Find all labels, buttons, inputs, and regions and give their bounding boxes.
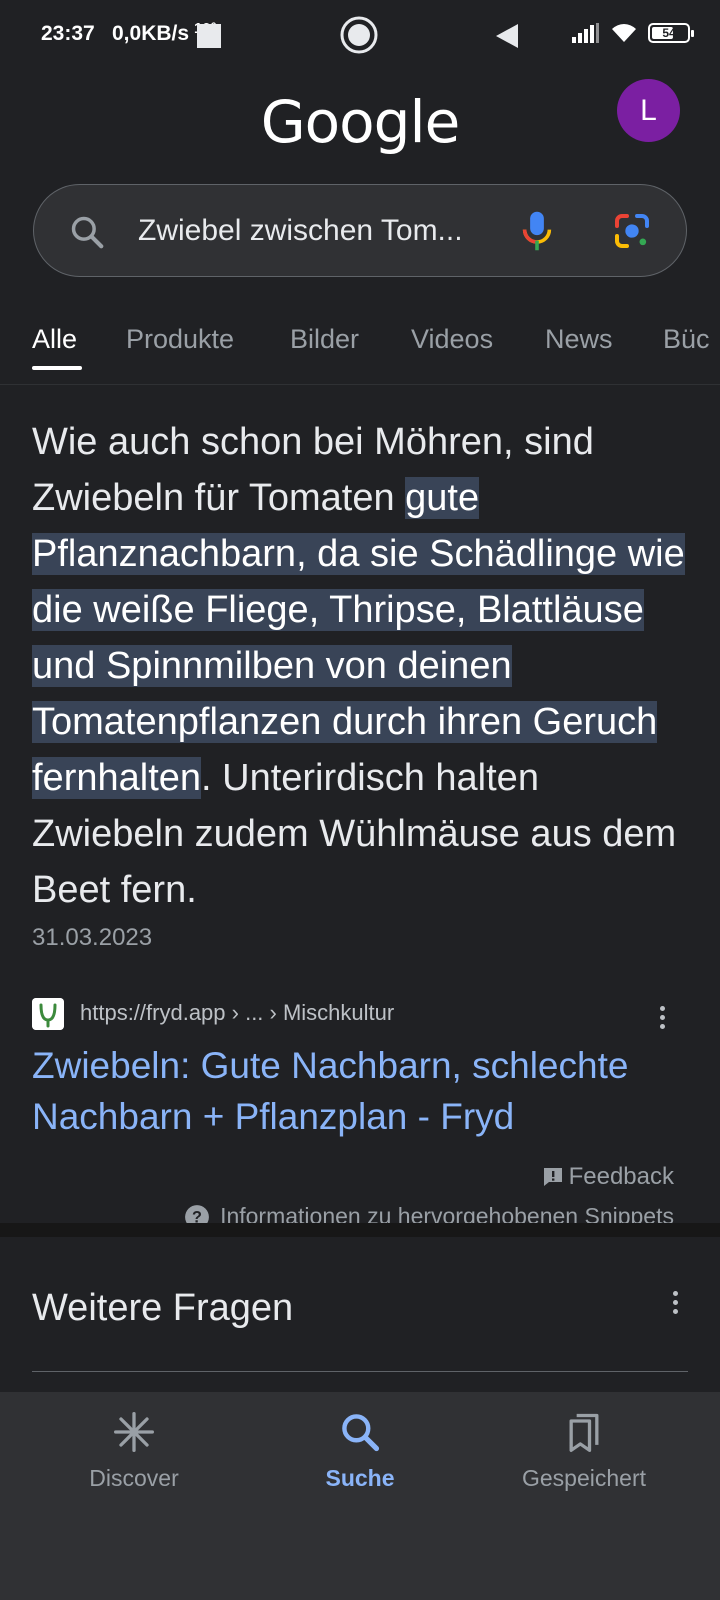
back-icon[interactable] [494,22,520,50]
tab-videos[interactable]: Videos [411,324,493,355]
result-title-link[interactable]: Zwiebeln: Gute Nachbarn, schlechte Nachb… [32,1040,692,1142]
status-time: 23:37 [41,22,95,45]
snippet-text-highlight: gute Pflanznachbarn, da sie Schädlinge w… [32,477,685,799]
tab-buecher[interactable]: Büc [663,324,710,355]
result-url[interactable]: https://fryd.app › ... › Mischkultur [80,1000,394,1026]
status-icons: 54 [572,22,694,44]
search-tabs: Alle Produkte Bilder Videos News Büc [0,312,720,385]
avatar[interactable]: L [617,79,680,142]
home-icon[interactable] [339,15,379,55]
tab-produkte[interactable]: Produkte [126,324,234,355]
search-icon [71,216,104,249]
bottom-navigation: Discover Suche Gespeichert [0,1392,720,1502]
wifi-icon [612,24,636,42]
nav-discover[interactable]: Discover [24,1410,244,1492]
google-logo[interactable]: Google [0,88,720,156]
feedback-icon [543,1168,562,1186]
help-icon: ? [185,1204,209,1223]
result-more-options-icon[interactable] [660,1006,666,1033]
active-tab-indicator [32,366,82,370]
tab-alle[interactable]: Alle [32,324,77,355]
bookmarks-icon [569,1413,599,1452]
featured-snippet-text: Wie auch schon bei Möhren, sind Zwiebeln… [32,414,692,918]
more-questions-options-icon[interactable] [673,1291,679,1318]
nav-suche-label: Suche [325,1465,395,1491]
snippet-text-before: Wie auch schon bei Möhren, sind Zwiebeln… [32,421,594,519]
system-navigation-bar [0,16,720,1600]
google-lens-icon[interactable] [612,211,652,251]
microphone-icon[interactable] [520,209,554,253]
status-net-speed: 0,0KB/s [112,22,190,45]
recent-apps-icon[interactable] [197,24,221,48]
more-questions-divider [32,1371,688,1372]
snippet-date: 31.03.2023 [32,924,153,951]
snippet-info-label: Informationen zu hervorgehobenen Snippet… [220,1203,674,1223]
signal-icon [572,23,599,43]
battery-level: 54 [662,26,676,40]
asterisk-icon [114,1412,154,1452]
more-questions-title: Weitere Fragen [32,1287,294,1329]
nav-suche[interactable]: Suche [250,1410,470,1492]
feedback-link[interactable]: Feedback [541,1163,674,1191]
tab-bilder[interactable]: Bilder [290,324,359,355]
search-bar[interactable]: Zwiebel zwischen Tom... [33,184,687,277]
svg-text:?: ? [192,1208,202,1223]
section-divider [0,1223,720,1237]
nav-gespeichert[interactable]: Gespeichert [474,1410,694,1492]
search-input[interactable]: Zwiebel zwischen Tom... [138,214,518,248]
fryd-favicon [32,998,64,1030]
battery-icon: 54 [648,23,694,43]
feedback-label: Feedback [568,1163,674,1190]
nav-discover-label: Discover [89,1465,179,1491]
tab-news[interactable]: News [545,324,613,355]
search-icon [342,1414,380,1452]
snippet-info-link[interactable]: ? Informationen zu hervorgehobenen Snipp… [184,1203,674,1223]
nav-gespeichert-label: Gespeichert [521,1465,646,1491]
